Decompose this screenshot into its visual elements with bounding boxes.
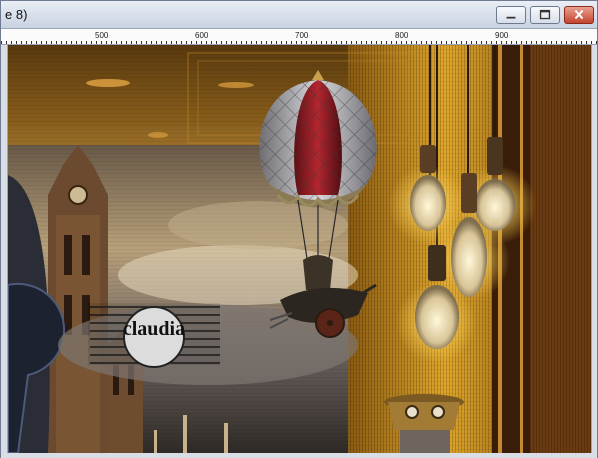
bottom-frame	[1, 453, 597, 458]
ruler-label-700: 700	[295, 31, 309, 40]
ruler-label-800: 800	[395, 31, 409, 40]
steampunk-artwork: claudia	[8, 45, 591, 453]
ruler-ticks: 500 600 700 800 900	[1, 31, 597, 44]
maximize-icon	[539, 9, 551, 20]
title-bar[interactable]: e 8)	[1, 1, 597, 29]
close-button[interactable]	[564, 6, 594, 24]
claudia-watermark: claudia	[88, 303, 220, 368]
ruler-label-600: 600	[195, 31, 209, 40]
right-frame	[591, 45, 597, 453]
image-canvas[interactable]: claudia	[8, 45, 591, 453]
minimize-icon	[506, 16, 516, 19]
window-title: e 8)	[5, 7, 28, 22]
minimize-button[interactable]	[496, 6, 526, 24]
image-window: e 8) 500 600 700 800 900 claudia	[0, 0, 598, 458]
horizontal-ruler: 500 600 700 800 900	[1, 29, 597, 45]
ruler-label-500: 500	[95, 31, 109, 40]
watermark-text: claudia	[123, 318, 185, 340]
maximize-button[interactable]	[530, 6, 560, 24]
close-icon	[574, 9, 584, 20]
left-frame	[1, 45, 8, 453]
ruler-label-900: 900	[495, 31, 509, 40]
